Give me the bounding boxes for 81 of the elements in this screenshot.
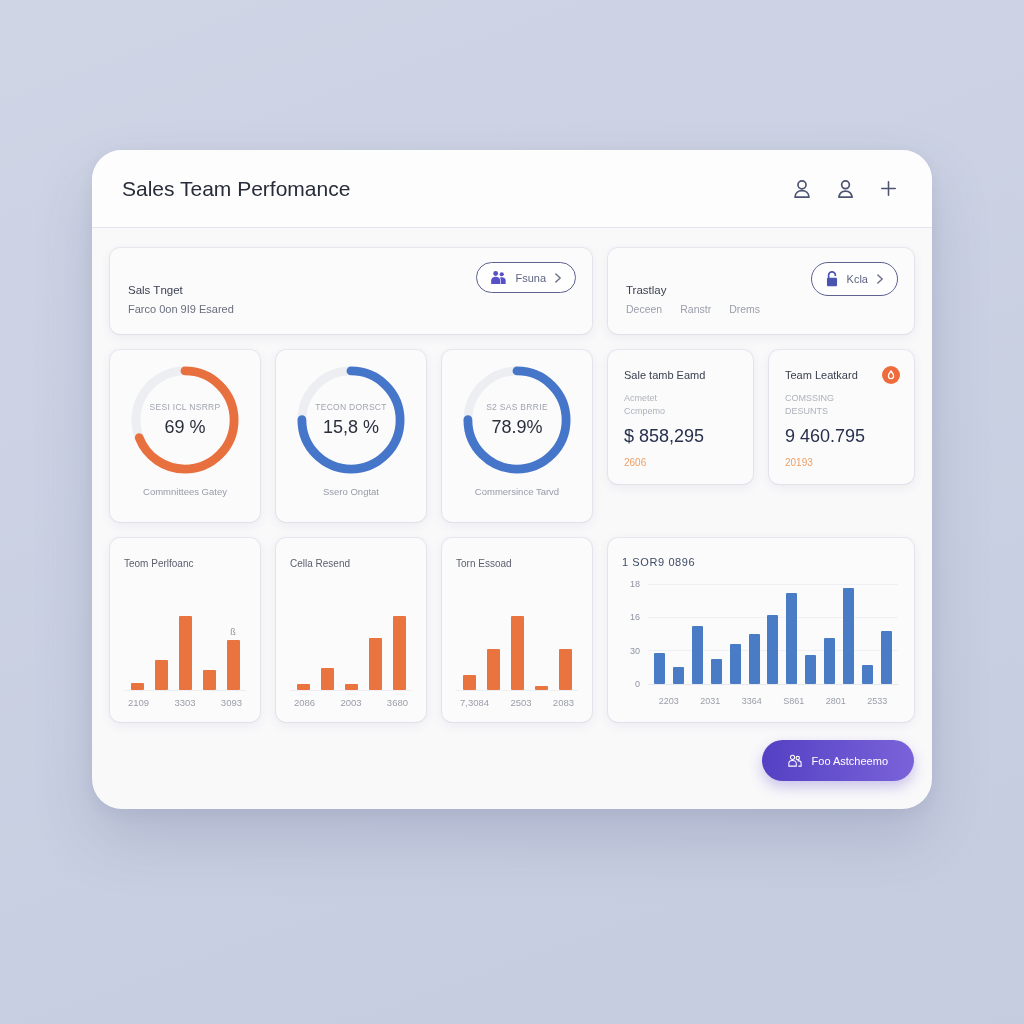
stat-note: DESUNTS	[785, 406, 828, 416]
chart-bar	[729, 644, 741, 684]
gauge-value: 15,8 %	[322, 417, 379, 438]
axis-label: 2083	[552, 697, 574, 708]
axis-label: 2203	[658, 696, 679, 706]
chart-note: ß	[230, 627, 236, 637]
gauge-value: 69 %	[164, 417, 206, 438]
action-button[interactable]: Foo Astcheemo	[761, 740, 914, 781]
chart-bar	[654, 653, 665, 684]
axis-label: 3364	[741, 696, 762, 706]
user-icon[interactable]	[838, 179, 853, 198]
gauge-caption: Commersince Tarvd	[474, 486, 560, 497]
axis-label: 18	[630, 578, 640, 590]
chart-title: Cella Resend	[290, 558, 351, 569]
gauge-value: 78.9%	[491, 417, 543, 438]
gauge-label: TECON DORSCT	[315, 402, 387, 412]
window-title: Sales Team Perfomance	[122, 176, 351, 201]
axis-label: S861	[783, 696, 805, 706]
lock-icon	[825, 271, 838, 287]
gauge-label: SESI ICL NSRRP	[149, 402, 221, 412]
axis-label: 3303	[174, 697, 196, 708]
stat-footer: 2606	[624, 457, 647, 468]
filter-button[interactable]: Fsuna	[476, 262, 576, 293]
people-icon	[787, 754, 802, 767]
axis-label: 2533	[867, 696, 888, 706]
chart-bar	[130, 683, 144, 690]
panel-title: Trastlay	[626, 284, 667, 296]
axis-label: 7,3084	[460, 697, 490, 708]
chart-bar	[344, 684, 358, 690]
axis-label: 0	[635, 678, 640, 690]
chart-bar	[861, 665, 873, 684]
chart-bar	[880, 631, 892, 684]
axis-label: 2003	[340, 697, 362, 708]
stat-footer: 20193	[785, 457, 813, 468]
axis-label: 2503	[510, 697, 532, 708]
stat-note: Acmetet	[624, 393, 657, 403]
chart-bar	[486, 649, 500, 690]
stat-title: Sale tamb Eamd	[624, 369, 706, 381]
axis-label: 3093	[220, 697, 242, 708]
lock-button[interactable]: Kcla	[810, 262, 898, 296]
chart-title: 1 SOR9 0896	[622, 556, 696, 568]
axis-label: 2109	[128, 697, 150, 708]
stat-note: Ccmpemo	[624, 406, 665, 416]
panel-subtitle: Farco 0on 9I9 Esared	[128, 303, 234, 315]
axis-label: 2086	[294, 697, 316, 708]
axis-label: 16	[630, 611, 640, 624]
chart-bar	[154, 660, 168, 690]
chart-title: Teom Perlfoanc	[124, 558, 194, 569]
panel-title: Sals Tnget	[128, 284, 183, 296]
gauge-caption: Ssero Ongtat	[323, 486, 379, 497]
stat-value: 9 460.795	[785, 426, 866, 447]
chevron-icon	[877, 274, 883, 284]
stat-title: Team Leatkard	[785, 369, 858, 381]
chart-bar	[558, 649, 572, 690]
gauge-label: S2 SAS BRRIE	[486, 402, 548, 412]
axis-label: 30	[630, 644, 640, 657]
chart-bar	[462, 675, 476, 690]
chart-bar	[672, 667, 684, 684]
chart-bar	[748, 634, 760, 684]
plus-icon[interactable]	[881, 181, 896, 196]
axis-label: 2801	[825, 696, 846, 706]
chart-bar	[320, 668, 334, 690]
chart-bar	[824, 638, 836, 684]
user-icon[interactable]	[794, 179, 810, 198]
stat-note: COMSSING	[785, 393, 834, 403]
stat-value: $ 858,295	[624, 426, 705, 447]
axis-label: 3680	[386, 697, 408, 708]
gauge-caption: Commnittees Gatey	[143, 486, 227, 497]
axis-label: 2031	[700, 696, 721, 706]
people-icon	[491, 271, 507, 284]
chart-bar	[710, 659, 722, 684]
chart-bar	[202, 670, 216, 690]
chevron-icon	[555, 272, 561, 283]
chart-bar	[368, 638, 382, 690]
chart-bar	[296, 684, 310, 690]
chart-bar	[534, 686, 548, 690]
chart-bar	[767, 615, 779, 684]
chart-bar	[691, 626, 703, 684]
chart-title: Torn Essoad	[456, 558, 512, 569]
chart-bar	[226, 640, 240, 690]
chart-bar	[805, 655, 817, 684]
